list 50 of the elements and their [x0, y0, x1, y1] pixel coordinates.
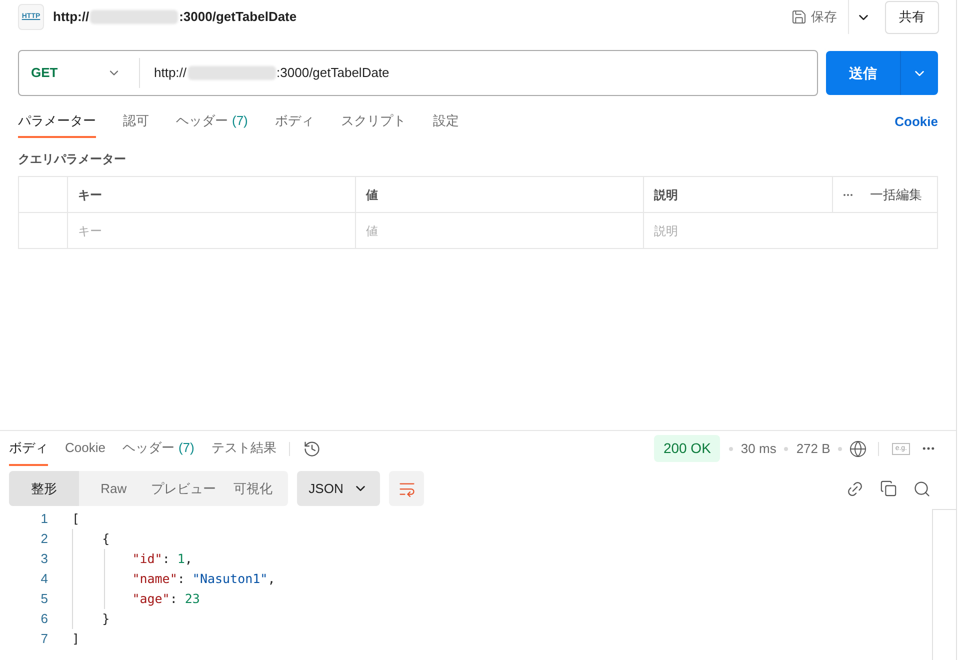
code-line: "age": 23	[131, 590, 200, 608]
line-number: 4	[40, 570, 48, 588]
tab[interactable]: ヘッダー (7)	[176, 106, 248, 138]
line-number: 6	[40, 610, 48, 628]
tab[interactable]: ヘッダー (7)	[122, 431, 194, 466]
save-button[interactable]: 保存	[787, 3, 841, 31]
send-button[interactable]: 送信	[826, 51, 938, 95]
line-number: 1	[40, 510, 48, 528]
format-tab[interactable]: 可視化	[218, 471, 288, 506]
method-select[interactable]: GET	[19, 51, 139, 95]
tab[interactable]: Cookie	[65, 431, 106, 466]
bulk-edit-link[interactable]: 一括編集	[870, 184, 922, 204]
code-line: "id": 1,	[131, 550, 192, 568]
column-header: 説明	[654, 186, 678, 204]
tab[interactable]: パラメーター	[18, 106, 96, 138]
column-header: キー	[78, 186, 102, 204]
language-select[interactable]: JSON	[297, 471, 380, 506]
save-icon	[791, 9, 807, 25]
tab[interactable]: スクリプト	[340, 106, 406, 138]
cookie-link[interactable]: Cookie	[894, 112, 938, 132]
request-title: http:// :3000/getTabelDate	[53, 8, 297, 26]
code-line: }	[101, 610, 110, 628]
share-button[interactable]: 共有	[885, 0, 939, 34]
format-tab[interactable]: プレビュー	[148, 471, 218, 506]
line-number: 3	[40, 550, 48, 568]
globe-icon[interactable]	[849, 440, 868, 458]
section-title: クエリパラメーター	[17, 151, 127, 168]
code-line: [	[72, 510, 80, 528]
wrap-button[interactable]	[389, 471, 424, 506]
tab[interactable]: 認可	[123, 106, 149, 138]
status-badge: 200 OK	[654, 435, 720, 462]
url-field[interactable]: http:// :3000/getTabelDate	[140, 51, 817, 95]
line-number: 2	[40, 530, 48, 548]
copy-icon[interactable]	[880, 480, 897, 497]
tab[interactable]: テスト結果	[211, 431, 276, 466]
format-tab[interactable]: 整形	[9, 471, 79, 506]
format-tab[interactable]: Raw	[78, 471, 148, 506]
tab[interactable]: ボディ	[274, 106, 314, 138]
code-line: "name": "Nasuton1",	[131, 570, 276, 588]
tab[interactable]: ボディ	[9, 431, 48, 466]
code-line: {	[101, 530, 110, 548]
code-line: ]	[72, 630, 80, 648]
line-number: 7	[40, 630, 48, 648]
tab[interactable]: 設定	[432, 106, 459, 138]
line-number: 5	[40, 590, 48, 608]
response-time: 30 ms	[740, 440, 776, 458]
column-header: 値	[366, 186, 378, 204]
response-size: 272 B	[796, 440, 830, 458]
search-icon[interactable]	[913, 480, 931, 498]
history-icon[interactable]	[303, 440, 322, 458]
